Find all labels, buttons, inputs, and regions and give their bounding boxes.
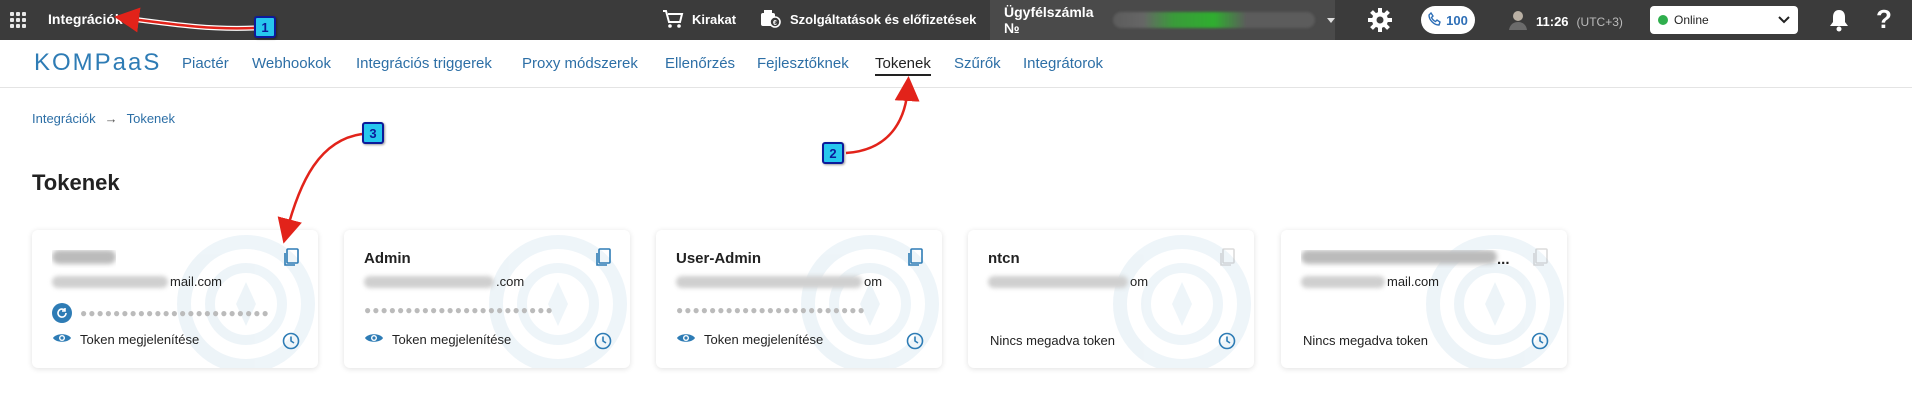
- avatar: [1508, 9, 1528, 34]
- token-card: User-Admin om ●●●●●●●●●●●●●●●●●●●●●●● To…: [656, 230, 942, 368]
- top-bar: Integrációk Kirakat € Szolgáltatások és …: [0, 0, 1912, 40]
- account-number-redacted: [1112, 12, 1315, 28]
- show-token-label: Token megjelenítése: [704, 332, 824, 347]
- timezone: (UTC+3): [1576, 14, 1623, 29]
- show-token-button[interactable]: Token megjelenítése: [364, 331, 511, 348]
- phone-count: 100: [1446, 12, 1468, 28]
- token-name: ntcn: [988, 250, 1020, 267]
- account-label: Ügyfélszámla №: [1004, 4, 1094, 36]
- services-label: Szolgáltatások és előfizetések: [790, 11, 977, 27]
- token-email: mail.com: [1301, 274, 1439, 289]
- annotation-arrow-2: [845, 85, 911, 156]
- account-selector[interactable]: Ügyfélszámla №: [990, 0, 1335, 40]
- nav-proxy-modszerek[interactable]: Proxy módszerek: [522, 55, 638, 72]
- token-masked: ●●●●●●●●●●●●●●●●●●●●●●●: [80, 306, 270, 320]
- breadcrumb-current: Tokenek: [126, 111, 176, 126]
- nav-webhookok[interactable]: Webhookok: [252, 55, 331, 72]
- phone-lines-button[interactable]: 100: [1421, 6, 1475, 34]
- breadcrumb: Integrációk → Tokenek: [32, 111, 175, 126]
- main-nav: KOMPaaS Piactér Webhookok Integrációs tr…: [0, 40, 1912, 88]
- help-icon[interactable]: ?: [1876, 4, 1892, 35]
- annotation-arrow-3: [283, 131, 363, 235]
- token-email: .com: [364, 274, 524, 289]
- subscription-icon: €: [760, 9, 782, 29]
- annotation-arrow-2: [845, 76, 920, 155]
- nav-fejlesztoknek[interactable]: Fejlesztőknek: [757, 55, 849, 72]
- token-name: ...: [1301, 250, 1510, 268]
- services-button[interactable]: € Szolgáltatások és előfizetések: [760, 9, 976, 29]
- showcase-label: Kirakat: [692, 11, 737, 27]
- token-card: ntcn om Nincs megadva token: [968, 230, 1254, 368]
- annotation-badge-1: 1: [254, 16, 276, 38]
- clock-icon[interactable]: [594, 332, 612, 355]
- eye-icon: [676, 331, 696, 348]
- token-email: om: [988, 274, 1148, 289]
- token-card: Admin .com ●●●●●●●●●●●●●●●●●●●●●●● Token…: [344, 230, 630, 368]
- redacted-name: [52, 250, 116, 264]
- nav-integratorok[interactable]: Integrátorok: [1023, 55, 1103, 72]
- token-masked: ●●●●●●●●●●●●●●●●●●●●●●●: [364, 303, 554, 317]
- annotation-badge-2: 2: [822, 142, 844, 164]
- apps-grid-icon[interactable]: [10, 12, 26, 28]
- status-dot-icon: [1658, 15, 1668, 25]
- user-menu[interactable]: 11:26 (UTC+3): [1508, 9, 1623, 34]
- app-title[interactable]: Integrációk: [48, 11, 123, 27]
- nav-ellenorzes[interactable]: Ellenőrzés: [665, 55, 735, 72]
- no-token-label: Nincs megadva token: [990, 333, 1116, 348]
- token-name: Admin: [364, 250, 411, 267]
- clock-icon[interactable]: [906, 332, 924, 355]
- chevron-down-icon: [1778, 13, 1790, 27]
- copy-icon[interactable]: [906, 248, 924, 273]
- showcase-button[interactable]: Kirakat: [662, 9, 736, 29]
- nav-integracios-triggerek[interactable]: Integrációs triggerek: [356, 55, 492, 72]
- nav-piacter[interactable]: Piactér: [182, 55, 229, 72]
- token-value-row: ●●●●●●●●●●●●●●●●●●●●●●●: [676, 303, 866, 317]
- nav-tokenek[interactable]: Tokenek: [875, 55, 931, 76]
- token-name: User-Admin: [676, 250, 762, 267]
- annotation-arrow-3: [277, 132, 363, 244]
- clock-time: 11:26: [1536, 14, 1569, 29]
- gear-icon[interactable]: [1366, 6, 1394, 39]
- show-token-button[interactable]: Token megjelenítése: [52, 331, 199, 348]
- svg-text:€: €: [773, 20, 777, 27]
- token-masked: ●●●●●●●●●●●●●●●●●●●●●●●: [676, 303, 866, 317]
- token-value-row: ●●●●●●●●●●●●●●●●●●●●●●●: [364, 303, 554, 317]
- token-email: mail.com: [52, 274, 222, 289]
- refresh-icon[interactable]: [52, 303, 72, 323]
- breadcrumb-separator: →: [104, 111, 118, 126]
- eye-icon: [52, 331, 72, 348]
- page-title: Tokenek: [32, 170, 120, 195]
- nav-szurok[interactable]: Szűrők: [954, 55, 1001, 72]
- token-email: om: [676, 274, 882, 289]
- show-token-label: Token megjelenítése: [80, 332, 200, 347]
- no-token-label: Nincs megadva token: [1303, 333, 1429, 348]
- breadcrumb-root[interactable]: Integrációk: [32, 111, 96, 126]
- token-card: ... mail.com Nincs megadva token: [1281, 230, 1567, 368]
- show-token-label: Token megjelenítése: [392, 332, 512, 347]
- status-select[interactable]: Online: [1650, 6, 1798, 34]
- cart-icon: [662, 9, 684, 29]
- show-token-button[interactable]: Token megjelenítése: [676, 331, 823, 348]
- token-card: mail.com ●●●●●●●●●●●●●●●●●●●●●●● Token m…: [32, 230, 318, 368]
- clock-icon[interactable]: [282, 332, 300, 355]
- copy-icon[interactable]: [1531, 248, 1549, 273]
- annotation-badge-3: 3: [362, 122, 384, 144]
- copy-icon[interactable]: [1218, 248, 1236, 273]
- bell-icon[interactable]: [1828, 8, 1850, 37]
- phone-icon: [1428, 11, 1442, 29]
- redacted-name: [1301, 250, 1497, 264]
- copy-icon[interactable]: [282, 248, 300, 273]
- status-value: Online: [1674, 13, 1709, 27]
- chevron-down-icon: [1327, 17, 1335, 23]
- copy-icon[interactable]: [594, 248, 612, 273]
- token-name: [52, 250, 116, 268]
- kompaas-logo[interactable]: KOMPaaS: [34, 49, 161, 77]
- token-value-row: ●●●●●●●●●●●●●●●●●●●●●●●: [52, 303, 270, 323]
- clock-icon[interactable]: [1218, 332, 1236, 355]
- clock-icon[interactable]: [1531, 332, 1549, 355]
- eye-icon: [364, 331, 384, 348]
